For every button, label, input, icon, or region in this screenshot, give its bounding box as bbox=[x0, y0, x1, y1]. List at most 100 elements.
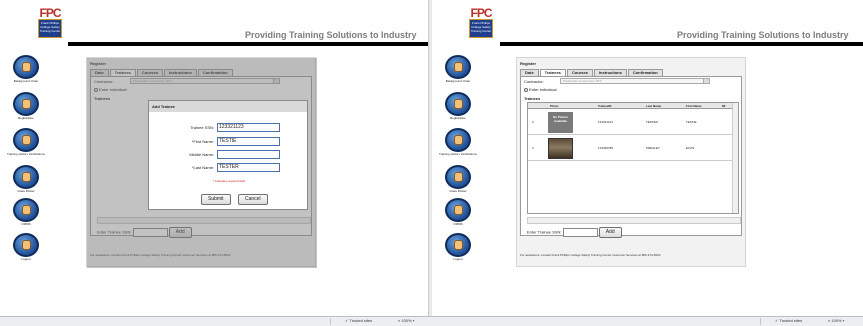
nav-item-registration[interactable]: Registration bbox=[6, 92, 46, 120]
background-order-icon bbox=[13, 55, 39, 79]
training-history-icon bbox=[13, 128, 39, 152]
table-row[interactable]: 2 No Picture Available 123321123 TESTER … bbox=[528, 110, 732, 135]
submit-button[interactable]: Submit bbox=[201, 194, 231, 206]
logo-text: FPC bbox=[39, 6, 62, 20]
nav-label: Class Roster bbox=[449, 189, 467, 193]
browser-status-bar: ✓ Trusted sites ⌕ 100% ▾ ✓ Trusted sites… bbox=[0, 316, 863, 326]
checkmark-icon: ✓ bbox=[775, 318, 779, 323]
tab-courses[interactable]: Courses bbox=[566, 69, 593, 76]
enter-ssn-row: Enter Trainee SSN: Add bbox=[527, 227, 622, 238]
nav-item-cmms[interactable]: CMMS bbox=[438, 198, 478, 226]
registration-icon bbox=[13, 92, 39, 116]
nav-item-class-roster[interactable]: Class Roster bbox=[438, 165, 478, 193]
first-name-label: *First Name: bbox=[191, 139, 214, 144]
nav-item-background-order[interactable]: Background Order bbox=[6, 55, 46, 83]
row-number: 3 bbox=[532, 146, 534, 150]
row-number: 2 bbox=[532, 120, 534, 124]
trainees-grid: Photo TraineeID Last Name First Name MI … bbox=[527, 102, 739, 214]
browser-window-left: FPC Frank Phillips College Safety Traini… bbox=[0, 0, 428, 316]
last-name-label: *Last Name: bbox=[191, 165, 214, 170]
header-rule bbox=[68, 42, 428, 46]
last-name: PRESLEY bbox=[646, 146, 660, 150]
cancel-button[interactable]: Cancel bbox=[238, 194, 268, 206]
checkmark-icon: ✓ bbox=[345, 318, 349, 323]
zoom-label: 100% bbox=[401, 318, 412, 323]
nav-item-class-roster[interactable]: Class Roster bbox=[6, 165, 46, 193]
contractor-value: Panhandle Construction RTX bbox=[563, 79, 602, 83]
table-row[interactable]: 3 123456789 PRESLEY ELVIS bbox=[528, 136, 732, 161]
cmms-icon bbox=[13, 198, 39, 222]
trainees-label: Trainees bbox=[524, 96, 541, 101]
col-mi: MI bbox=[722, 104, 726, 108]
tab-date[interactable]: Date bbox=[520, 69, 539, 76]
first-name-field[interactable]: TESTIE bbox=[217, 137, 280, 146]
zone-label: Trusted sites bbox=[349, 318, 373, 323]
tab-bar: Date Trainees Courses Instructions Confi… bbox=[520, 69, 664, 76]
tab-instructions[interactable]: Instructions bbox=[593, 69, 627, 76]
status-divider bbox=[330, 318, 331, 325]
registration-icon bbox=[445, 92, 471, 116]
nav-item-training-history[interactable]: Training History Verifications bbox=[438, 128, 478, 156]
horizontal-scrollbar[interactable] bbox=[527, 217, 741, 224]
nav-item-logout[interactable]: Logout bbox=[438, 233, 478, 261]
zone-label: Trusted sites bbox=[779, 318, 803, 323]
training-history-icon bbox=[445, 128, 471, 152]
header-rule bbox=[500, 42, 863, 46]
fpc-logo[interactable]: FPC Frank Phillips College Safety Traini… bbox=[35, 6, 65, 38]
zoom-level[interactable]: ⌕ 100% ▾ bbox=[398, 318, 414, 323]
grid-vertical-scrollbar[interactable] bbox=[732, 103, 738, 213]
nav-label: Registration bbox=[17, 116, 34, 120]
enter-individual-option[interactable]: Enter individual bbox=[524, 87, 556, 92]
nav-item-registration[interactable]: Registration bbox=[438, 92, 478, 120]
security-zone[interactable]: ✓ Trusted sites bbox=[775, 318, 802, 323]
register-panel: Register Date Trainees Courses Instructi… bbox=[516, 57, 746, 267]
security-zone[interactable]: ✓ Trusted sites bbox=[345, 318, 372, 323]
nav-label: Logout bbox=[453, 257, 463, 261]
first-name: TESTIE bbox=[686, 120, 697, 124]
add-button[interactable]: Add bbox=[598, 227, 622, 238]
nav-label: Registration bbox=[449, 116, 466, 120]
middle-name-label: Middle Name: bbox=[189, 152, 214, 157]
tab-confirmation[interactable]: Confirmation bbox=[627, 69, 663, 76]
last-name-field[interactable]: TESTER bbox=[217, 163, 280, 172]
enter-ssn-input[interactable] bbox=[562, 228, 598, 237]
contractor-select[interactable]: Panhandle Construction RTX bbox=[560, 78, 710, 84]
nav-item-logout[interactable]: Logout bbox=[6, 233, 46, 261]
fpc-logo[interactable]: FPC Frank Phillips College Safety Traini… bbox=[466, 6, 496, 38]
nav-label: CMMS bbox=[21, 222, 31, 226]
dialog-title: Add Trainee bbox=[149, 101, 307, 112]
nav-item-cmms[interactable]: CMMS bbox=[6, 198, 46, 226]
middle-name-field[interactable] bbox=[217, 150, 280, 159]
tagline: Providing Training Solutions to Industry bbox=[677, 30, 849, 40]
tagline: Providing Training Solutions to Industry bbox=[245, 30, 417, 40]
ssn-field[interactable]: 123321123 bbox=[217, 123, 280, 132]
nav-item-background-order[interactable]: Background Order bbox=[438, 55, 478, 83]
tab-trainees[interactable]: Trainees bbox=[539, 69, 566, 76]
no-picture-placeholder: No Picture Available bbox=[548, 112, 573, 133]
contractor-label: Contractor: bbox=[524, 79, 544, 84]
grid-header: Photo TraineeID Last Name First Name MI bbox=[528, 103, 738, 109]
chevron-down-icon[interactable] bbox=[703, 79, 709, 83]
zoom-level[interactable]: ⌕ 100% ▾ bbox=[828, 318, 844, 323]
add-trainee-dialog: Add Trainee Trainee SSN: 123321123 *Firs… bbox=[148, 100, 308, 210]
class-roster-icon bbox=[445, 165, 471, 189]
nav-label: Logout bbox=[21, 257, 31, 261]
col-last-name: Last Name bbox=[646, 104, 662, 108]
register-title: Register bbox=[520, 61, 537, 66]
ssn-label: Trainee SSN: bbox=[190, 125, 214, 130]
nav-item-training-history[interactable]: Training History Verifications bbox=[6, 128, 46, 156]
col-photo: Photo bbox=[550, 104, 559, 108]
nav-label: Background Order bbox=[445, 79, 471, 83]
enter-ssn-label: Enter Trainee SSN: bbox=[527, 229, 562, 235]
last-name: TESTER bbox=[646, 120, 658, 124]
logout-icon bbox=[13, 233, 39, 257]
nav-label: Training History Verifications bbox=[7, 152, 45, 156]
enter-individual-label: Enter individual bbox=[529, 87, 557, 92]
class-roster-icon bbox=[13, 165, 39, 189]
trainees-tab-body: Contractor: Panhandle Construction RTX E… bbox=[520, 76, 742, 238]
logo-crest: Frank Phillips College Safety Training C… bbox=[469, 19, 493, 38]
zoom-label: 100% bbox=[831, 318, 842, 323]
enter-individual-radio[interactable] bbox=[524, 87, 528, 92]
nav-label: Background Order bbox=[13, 79, 39, 83]
trainee-photo bbox=[548, 138, 573, 159]
